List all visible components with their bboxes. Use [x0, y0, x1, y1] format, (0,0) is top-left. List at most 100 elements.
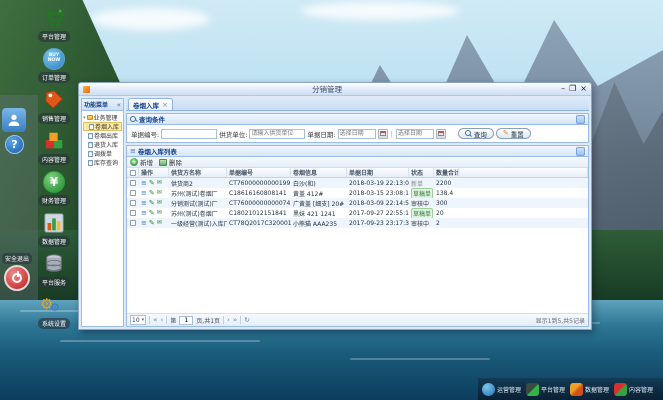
user-avatar-icon[interactable]	[2, 108, 26, 132]
edit-icon[interactable]: ✎	[149, 209, 155, 217]
taskbar-item-ops[interactable]: 运营管理	[482, 382, 521, 396]
dock-item-services[interactable]: 平台服务	[34, 252, 74, 288]
col-status[interactable]: 状态	[409, 168, 434, 177]
window-titlebar[interactable]: 分销管理 – ❐ ×	[79, 83, 591, 96]
send-icon[interactable]: ✉	[157, 190, 162, 196]
edit-icon[interactable]: ✎	[149, 179, 155, 187]
dock-item-data[interactable]: 数据管理	[34, 211, 74, 247]
date-to-input[interactable]	[395, 128, 434, 139]
add-button[interactable]: + 新增	[130, 157, 153, 167]
date-from-input[interactable]	[337, 128, 376, 139]
tab-stock-in[interactable]: 卷烟入库 ×	[128, 98, 173, 110]
select-all-checkbox[interactable]	[129, 169, 136, 176]
panel-collapse-button[interactable]	[576, 146, 585, 156]
tree-item-transfer[interactable]: 调拨单	[83, 149, 122, 158]
table-row[interactable]: ≡ ✎ ✉ 苏州(测试)卷烟厂 C18021012151841 黑妹 421 1…	[127, 208, 588, 218]
next-page-button[interactable]: ›	[227, 316, 230, 324]
tree-item-returns[interactable]: 退货入库	[83, 140, 122, 149]
cell-qty: 2200	[436, 179, 452, 187]
detail-icon[interactable]: ≡	[141, 199, 147, 207]
cell-product: 广黄盖 [细支] 20#	[293, 200, 345, 208]
dock-item-sales[interactable]: 销售管理	[34, 88, 74, 124]
col-doc-no[interactable]: 单据编号	[227, 168, 291, 177]
row-checkbox[interactable]	[130, 210, 136, 216]
cart-icon	[42, 6, 66, 30]
tree-item-inventory[interactable]: 库存查询	[83, 158, 122, 167]
tree-node-root[interactable]: ▾ 业务管理	[83, 113, 122, 123]
dock-item-finance[interactable]: ¥ 财务管理	[34, 170, 74, 206]
row-checkbox[interactable]	[130, 220, 136, 226]
panel-collapse-button[interactable]	[576, 114, 585, 124]
supplier-input[interactable]	[249, 128, 306, 139]
calendar-icon[interactable]	[377, 128, 388, 139]
dock-item-settings[interactable]: ⚙ ⚙ 系统设置	[34, 293, 74, 329]
dock-item-label: 销售管理	[37, 113, 70, 124]
row-checkbox[interactable]	[130, 180, 136, 186]
database-icon	[42, 252, 66, 276]
table-row[interactable]: ≡ ✎ ✉ 分销测试(测试)厂 CT76000000000074 广黄盖 [细支…	[127, 198, 588, 208]
tree-expand-icon[interactable]: ▾	[83, 115, 86, 121]
col-product[interactable]: 卷烟信息	[291, 168, 347, 177]
detail-icon[interactable]: ≡	[141, 189, 147, 197]
taskbar-item-data[interactable]: 数据管理	[570, 382, 609, 396]
reset-button[interactable]: ✎ 重置	[495, 128, 531, 139]
status-badge: 草稿单	[411, 188, 434, 198]
edge-panel: ? 安全退出	[0, 95, 38, 300]
doc-no-input[interactable]	[161, 128, 218, 139]
detail-icon[interactable]: ≡	[141, 179, 147, 187]
tree-item-stock-out[interactable]: 卷烟出库	[83, 131, 122, 140]
plus-icon: +	[130, 158, 138, 166]
col-supplier[interactable]: 供货方名称	[169, 168, 227, 177]
minimize-button[interactable]: –	[561, 85, 565, 93]
send-icon[interactable]: ✉	[157, 220, 162, 226]
cell-product: 小熊猫 AAA235	[293, 220, 338, 228]
first-page-button[interactable]: «	[153, 316, 157, 324]
prev-page-button[interactable]: ‹	[160, 316, 163, 324]
dock-item-platform[interactable]: 平台管理	[34, 6, 74, 42]
last-page-button[interactable]: »	[233, 316, 237, 324]
power-button[interactable]	[4, 265, 30, 291]
edit-icon[interactable]: ✎	[149, 189, 155, 197]
refresh-icon[interactable]: ↻	[244, 316, 250, 324]
detail-icon[interactable]: ≡	[141, 209, 147, 217]
nav-panel: 功能菜单 « ▾ 业务管理 卷烟入库 卷烟出库 退货入库 调拨单 库存查询	[81, 98, 124, 327]
col-date[interactable]: 单据日期	[347, 168, 409, 177]
search-button[interactable]: 查询	[457, 128, 494, 139]
row-checkbox[interactable]	[130, 190, 136, 196]
dock-item-content[interactable]: 内容管理	[34, 129, 74, 165]
cell-product: 黄盖 412#	[293, 190, 324, 198]
edit-icon[interactable]: ✎	[149, 219, 155, 227]
cell-product: 黑妹 421 1241	[293, 210, 336, 218]
taskbar-item-platform[interactable]: 平台管理	[526, 382, 565, 396]
send-icon[interactable]: ✉	[157, 200, 162, 206]
col-qty[interactable]: 数量合计	[434, 168, 459, 177]
maximize-button[interactable]: ❐	[569, 85, 576, 93]
send-icon[interactable]: ✉	[157, 180, 162, 186]
page-number-input[interactable]	[179, 315, 194, 325]
tab-close-icon[interactable]: ×	[162, 101, 168, 108]
record-summary: 显示1到5,共5记录	[535, 317, 585, 325]
collapse-icon[interactable]: «	[117, 101, 121, 109]
dock-item-orders[interactable]: BUY NOW 订单管理	[34, 47, 74, 83]
send-icon[interactable]: ✉	[157, 210, 162, 216]
bar-chart-icon	[42, 211, 66, 235]
list-icon: ≡	[130, 146, 136, 155]
detail-icon[interactable]: ≡	[141, 219, 147, 227]
page-size-select[interactable]: 10 ▾	[130, 315, 147, 325]
delete-button[interactable]: 删除	[159, 157, 182, 167]
list-panel: ≡ 卷烟入库列表 + 新增 删除 操作 供货方名称 单据编号 卷烟信息 单据日期…	[126, 145, 589, 327]
edit-icon[interactable]: ✎	[149, 199, 155, 207]
taskbar-item-content[interactable]: 内容管理	[614, 382, 653, 396]
grid-toolbar: + 新增 删除	[127, 157, 588, 168]
cell-supplier: 一级经营(测试)入库厂	[171, 220, 227, 228]
table-row[interactable]: ≡ ✎ ✉ 苏州(测试)卷烟厂 C18616160808141 黄盖 412# …	[127, 188, 588, 198]
col-ops[interactable]: 操作	[139, 168, 169, 177]
close-button[interactable]: ×	[580, 85, 587, 93]
row-checkbox[interactable]	[130, 200, 136, 206]
calendar-icon[interactable]	[435, 128, 446, 139]
tree-item-stock-in[interactable]: 卷烟入库	[83, 122, 122, 131]
help-icon[interactable]: ?	[5, 135, 24, 154]
cell-supplier: 苏州(测试)卷烟厂	[171, 190, 218, 198]
table-row[interactable]: ≡ ✎ ✉ 一级经营(测试)入库厂 CT78Q2017C320001 小熊猫 A…	[127, 218, 588, 228]
table-row[interactable]: ≡ ✎ ✉ 供货商2 CT76000000000199 白沙(和) 2018-0…	[127, 178, 588, 188]
